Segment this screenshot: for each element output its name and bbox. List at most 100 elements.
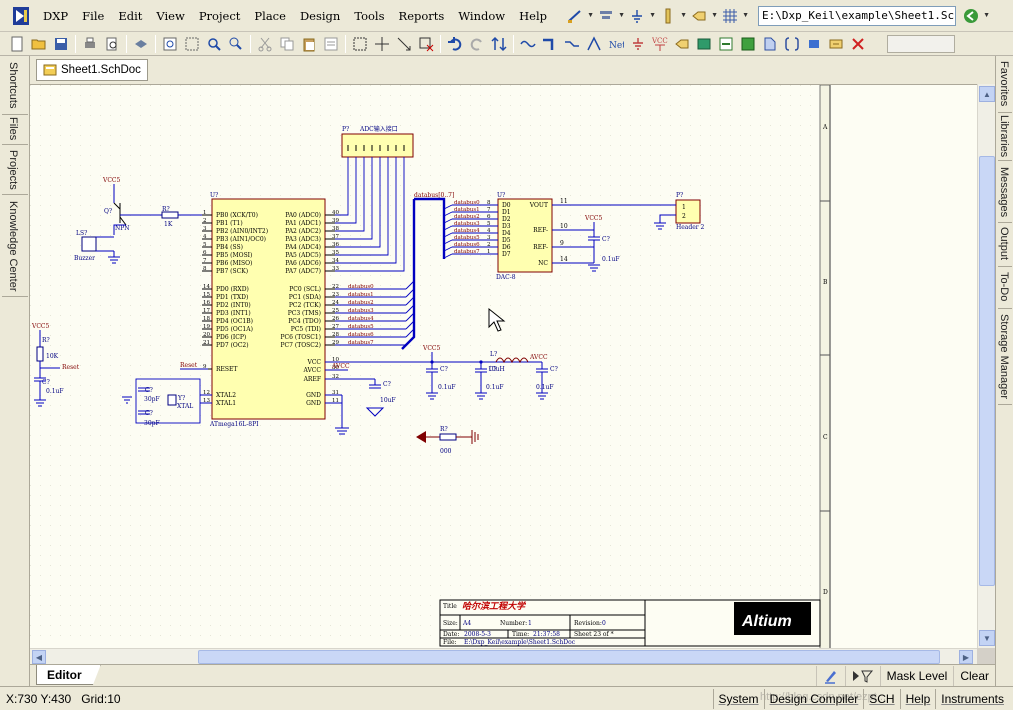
net-label: databus6 bbox=[454, 242, 480, 248]
ground-tool-dropdown[interactable]: ▼ bbox=[648, 5, 657, 27]
wire-tool-dropdown[interactable]: ▼ bbox=[586, 5, 595, 27]
scroll-up-icon[interactable]: ▲ bbox=[979, 86, 995, 102]
schematic-editor-canvas[interactable]: A B C D U? ATmega16L-8PI PB0 (XCK/T0) 1 PB… bbox=[30, 84, 977, 648]
editor-tab[interactable]: Editor bbox=[36, 665, 101, 685]
status-panel-instruments[interactable]: Instruments bbox=[935, 689, 1009, 709]
move-icon[interactable] bbox=[371, 33, 393, 55]
mcu-pin-number: 8 bbox=[203, 266, 207, 272]
menu-design[interactable]: Design bbox=[293, 5, 347, 27]
port-tool-icon[interactable] bbox=[688, 5, 710, 27]
menu-place[interactable]: Place bbox=[247, 5, 293, 27]
net-label-icon[interactable]: Net1 bbox=[605, 33, 627, 55]
new-document-icon[interactable] bbox=[6, 33, 28, 55]
zoom-fit-icon[interactable] bbox=[159, 33, 181, 55]
paste-array-icon[interactable] bbox=[320, 33, 342, 55]
menu-file[interactable]: File bbox=[75, 5, 111, 27]
document-tab-sheet1[interactable]: Sheet1.SchDoc bbox=[36, 59, 148, 81]
horizontal-scrollbar[interactable]: ◀ ▶ bbox=[30, 648, 977, 664]
place-compile-mask-icon[interactable] bbox=[825, 33, 847, 55]
place-sheet-symbol-icon[interactable] bbox=[693, 33, 715, 55]
menu-edit[interactable]: Edit bbox=[111, 5, 149, 27]
panel-tab-files[interactable]: Files bbox=[7, 116, 19, 142]
place-ground-icon[interactable] bbox=[627, 33, 649, 55]
place-sheet-entry-icon[interactable] bbox=[715, 33, 737, 55]
panel-tab-to-do[interactable]: To-Do bbox=[998, 268, 1010, 306]
panel-tab-output[interactable]: Output bbox=[998, 224, 1010, 264]
undo-icon[interactable] bbox=[444, 33, 466, 55]
place-harness-icon[interactable] bbox=[803, 33, 825, 55]
status-panel-design-compiler[interactable]: Design Compiler bbox=[763, 689, 864, 709]
navigate-dropdown[interactable]: ▼ bbox=[982, 5, 991, 27]
align-tool-dropdown[interactable]: ▼ bbox=[617, 5, 626, 27]
mask-level-button[interactable]: Mask Level bbox=[879, 666, 954, 686]
status-panel-help[interactable]: Help bbox=[899, 689, 936, 709]
deselect-icon[interactable] bbox=[415, 33, 437, 55]
place-bus-icon[interactable] bbox=[539, 33, 561, 55]
scroll-right-icon[interactable]: ▶ bbox=[959, 650, 973, 664]
place-bus-entry-icon[interactable] bbox=[561, 33, 583, 55]
print-icon[interactable] bbox=[79, 33, 101, 55]
place-device-sheet-icon[interactable] bbox=[737, 33, 759, 55]
menu-tools[interactable]: Tools bbox=[347, 5, 391, 27]
zoom-dropdown-icon[interactable] bbox=[225, 33, 247, 55]
menu-view[interactable]: View bbox=[149, 5, 191, 27]
zoom-selected-icon[interactable] bbox=[203, 33, 225, 55]
dxp-logo-icon[interactable] bbox=[10, 5, 32, 27]
grid-tool-icon[interactable] bbox=[719, 5, 741, 27]
panel-tab-shortcuts[interactable]: Shortcuts bbox=[7, 58, 19, 112]
vertical-scrollbar[interactable]: ▲ ▼ bbox=[977, 84, 995, 648]
panel-tab-messages[interactable]: Messages bbox=[998, 164, 1010, 220]
status-panel-sch[interactable]: SCH bbox=[863, 689, 899, 709]
open-folder-icon[interactable] bbox=[28, 33, 50, 55]
wire-tool-icon[interactable] bbox=[564, 5, 586, 27]
grid-tool-dropdown[interactable]: ▼ bbox=[741, 5, 750, 27]
redo-icon[interactable] bbox=[466, 33, 488, 55]
ground-tool-icon[interactable] bbox=[626, 5, 648, 27]
panel-tab-projects[interactable]: Projects bbox=[7, 148, 19, 192]
move-selection-icon[interactable] bbox=[393, 33, 415, 55]
highlight-pen-icon[interactable] bbox=[815, 666, 845, 686]
menu-help[interactable]: Help bbox=[512, 5, 554, 27]
place-port-icon[interactable] bbox=[759, 33, 781, 55]
horizontal-scroll-thumb[interactable] bbox=[198, 650, 940, 664]
place-wire-icon[interactable] bbox=[517, 33, 539, 55]
layers-icon[interactable] bbox=[130, 33, 152, 55]
mcu-atmega16[interactable]: U? ATmega16L-8PI PB0 (XCK/T0) 1 PB1 (T1) 2 P… bbox=[202, 192, 339, 428]
panel-tab-separator bbox=[998, 160, 1012, 161]
panel-tab-storage-manager[interactable]: Storage Manager bbox=[998, 310, 1010, 402]
panel-tab-libraries[interactable]: Libraries bbox=[998, 114, 1010, 158]
menu-window[interactable]: Window bbox=[451, 5, 512, 27]
component-tool-dropdown[interactable]: ▼ bbox=[679, 5, 688, 27]
place-net-label-icon[interactable] bbox=[583, 33, 605, 55]
copy-icon[interactable] bbox=[276, 33, 298, 55]
cut-icon[interactable] bbox=[254, 33, 276, 55]
document-path-field[interactable]: E:\Dxp_Keil\example\Sheet1.SchI ▼ bbox=[758, 5, 957, 26]
place-directive-icon[interactable] bbox=[781, 33, 803, 55]
panel-tab-favorites[interactable]: Favorites bbox=[998, 58, 1010, 110]
align-tool-icon[interactable] bbox=[595, 5, 617, 27]
menu-reports[interactable]: Reports bbox=[392, 5, 452, 27]
status-panel-system[interactable]: System bbox=[712, 689, 764, 709]
place-no-erc-icon[interactable] bbox=[847, 33, 869, 55]
menu-dxp[interactable]: DXP bbox=[36, 5, 75, 27]
save-icon[interactable] bbox=[50, 33, 72, 55]
mcu-pin-number: 19 bbox=[203, 324, 210, 330]
select-area-icon[interactable] bbox=[349, 33, 371, 55]
filter-icon[interactable] bbox=[844, 666, 880, 686]
place-vcc-icon[interactable]: VCC bbox=[649, 33, 671, 55]
zoom-level-combo[interactable] bbox=[887, 34, 955, 53]
vertical-scroll-thumb[interactable] bbox=[979, 156, 995, 586]
clear-button[interactable]: Clear bbox=[953, 666, 995, 686]
menu-project[interactable]: Project bbox=[192, 5, 248, 27]
navigate-back-icon[interactable] bbox=[960, 5, 982, 27]
print-preview-icon[interactable] bbox=[101, 33, 123, 55]
cross-probe-icon[interactable] bbox=[488, 33, 510, 55]
port-tool-dropdown[interactable]: ▼ bbox=[710, 5, 719, 27]
zoom-area-icon[interactable] bbox=[181, 33, 203, 55]
component-tool-icon[interactable] bbox=[657, 5, 679, 27]
place-part-icon[interactable] bbox=[671, 33, 693, 55]
scroll-down-icon[interactable]: ▼ bbox=[979, 630, 995, 646]
paste-icon[interactable] bbox=[298, 33, 320, 55]
scroll-left-icon[interactable]: ◀ bbox=[32, 650, 46, 664]
panel-tab-knowledge-center[interactable]: Knowledge Center bbox=[7, 198, 19, 294]
